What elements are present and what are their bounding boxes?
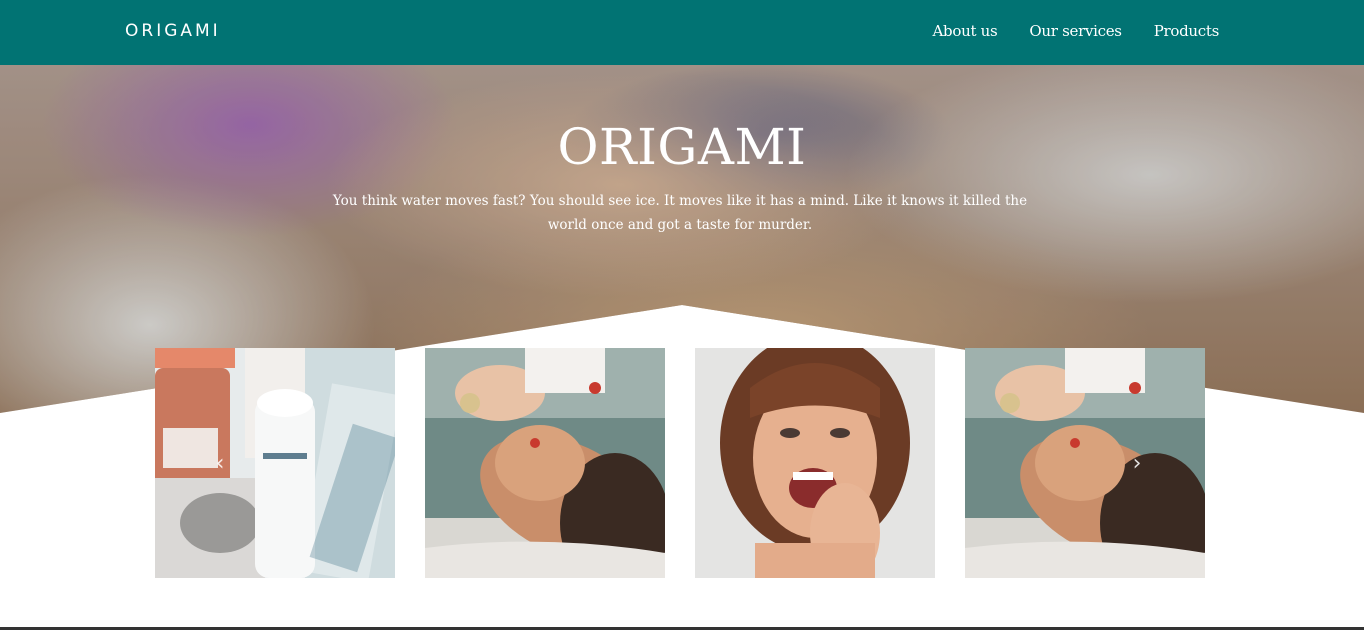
carousel-card-facial-treatment-2[interactable] — [965, 348, 1205, 578]
top-navbar: ORIGAMI About us Our services Products — [0, 0, 1364, 65]
chevron-left-icon[interactable]: ‹ — [210, 452, 230, 476]
facial-treatment-image — [425, 348, 665, 578]
nav-link-products[interactable]: Products — [1154, 22, 1220, 40]
carousel-card-products[interactable] — [155, 348, 395, 578]
skincare-products-image — [155, 348, 395, 578]
hero-title: ORIGAMI — [557, 118, 807, 176]
carousel-card-facial-treatment[interactable] — [425, 348, 665, 578]
nav-link-about-us[interactable]: About us — [933, 22, 998, 40]
facial-treatment-image-2 — [965, 348, 1205, 578]
carousel-card-smiling-woman[interactable] — [695, 348, 935, 578]
nav-link-our-services[interactable]: Our services — [1029, 22, 1122, 40]
main-nav: About us Our services Products — [933, 22, 1220, 40]
image-carousel — [155, 348, 1205, 578]
chevron-right-icon[interactable]: › — [1127, 452, 1147, 476]
brand-logo-link[interactable]: ORIGAMI — [125, 21, 221, 41]
smiling-woman-image — [695, 348, 935, 578]
hero-description: You think water moves fast? You should s… — [332, 193, 1028, 233]
